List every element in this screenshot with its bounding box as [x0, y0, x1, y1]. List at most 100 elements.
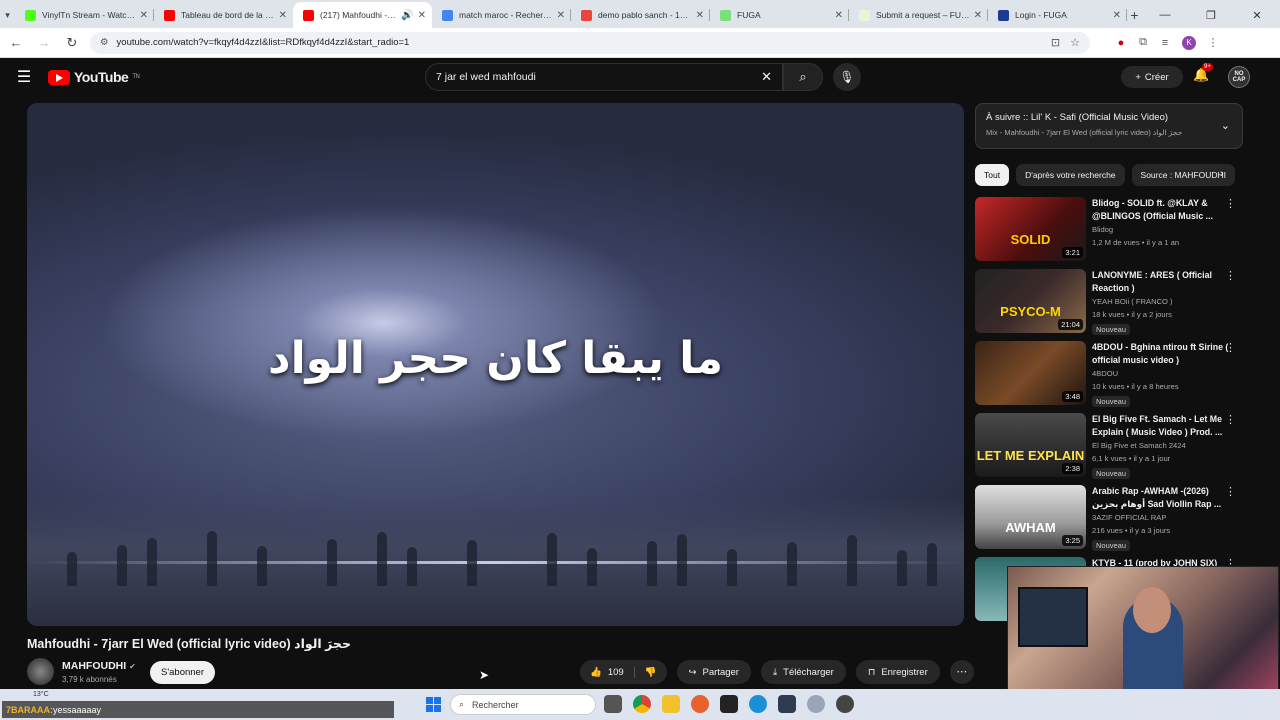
clear-search-icon[interactable]: ✕ — [761, 69, 772, 85]
file-explorer-icon[interactable] — [662, 695, 680, 713]
recommended-title[interactable]: El Big Five Ft. Samach - Let Me Explain … — [1092, 413, 1232, 438]
create-button[interactable]: + Créer — [1121, 66, 1183, 88]
media-icon[interactable]: ≡ — [1154, 37, 1176, 49]
weather-widget[interactable]: 13°C — [33, 691, 49, 698]
chrome-alt-icon[interactable] — [807, 695, 825, 713]
video-duration: 2:38 — [1062, 463, 1083, 474]
browser-tab[interactable]: Login - FUGA ✕ — [988, 2, 1127, 28]
hamburger-menu-icon[interactable]: ☰ — [0, 67, 48, 87]
recommended-title[interactable]: LANONYME : ARES ( Official Reaction ) — [1092, 269, 1232, 294]
puzzle-icon[interactable]: ⧉ — [1132, 36, 1154, 49]
app-dark-icon[interactable] — [778, 695, 796, 713]
url-field[interactable]: ⚙ youtube.com/watch?v=fkqyf4d4zzI&list=R… — [90, 31, 1090, 54]
channel-avatar[interactable] — [27, 658, 54, 685]
up-next-title: À suivre :: Lil' K - Safi (Official Musi… — [986, 112, 1169, 123]
browser-tab[interactable]: VinylTn Stream - Watch Li ✕ — [15, 2, 154, 28]
bookmark-star-icon[interactable]: ☆ — [1070, 36, 1080, 49]
menu-icon[interactable]: ⋮ — [1202, 36, 1224, 49]
edge-icon[interactable] — [749, 695, 767, 713]
video-thumbnail[interactable]: PSYCO-M 21:04 — [975, 269, 1086, 333]
search-input[interactable]: 7 jar el wed mahfoudi ✕ — [425, 63, 783, 91]
video-player[interactable]: ما يبقا كان حجر الواد — [27, 103, 964, 626]
recommended-video[interactable]: 3:48 4BDOU - Bghina ntirou ft Sirine ( of… — [975, 341, 1243, 407]
kebab-menu-icon[interactable]: ⋮ — [1225, 269, 1236, 282]
download-button[interactable]: ⤓ Télécharger — [760, 660, 846, 684]
profile-avatar[interactable]: K — [1182, 35, 1196, 50]
like-button[interactable]: 👍 109 — [580, 666, 635, 678]
recommended-video[interactable]: AWHAM 3:25 Arabic Rap -AWHAM -(2026) أوهام… — [975, 485, 1243, 551]
recommended-channel[interactable]: 3AZIF OFFICIAL RAP — [1092, 513, 1232, 522]
subscribe-button[interactable]: S'abonner — [150, 661, 215, 684]
site-info-icon[interactable]: ⚙ — [100, 37, 109, 48]
close-tab-icon[interactable]: ✕ — [140, 10, 148, 21]
reload-icon[interactable]: ↻ — [60, 35, 84, 51]
forward-icon[interactable]: → — [32, 35, 56, 50]
speaker-icon[interactable]: 🔊 — [401, 10, 413, 21]
app-orange-icon[interactable] — [691, 695, 709, 713]
new-tab-button[interactable]: + — [1127, 2, 1142, 28]
recommended-title[interactable]: Arabic Rap -AWHAM -(2026) أوهام بحزين Sa… — [1092, 485, 1232, 510]
tab-search-icon[interactable]: ▾ — [0, 2, 15, 28]
chevron-right-icon[interactable]: › — [1220, 168, 1224, 180]
stream-chat-overlay: 7BARAAA: yessaaaaay — [2, 701, 394, 718]
close-tab-icon[interactable]: ✕ — [696, 10, 704, 21]
filter-chip[interactable]: D'après votre recherche — [1016, 164, 1125, 186]
minimize-icon[interactable]: — — [1142, 9, 1188, 21]
back-icon[interactable]: ← — [4, 35, 28, 50]
account-avatar[interactable]: NO CAP — [1228, 66, 1250, 88]
browser-tab[interactable]: demo pablo sanch - 12:00 ✕ — [571, 2, 710, 28]
browser-tab[interactable]: (217) Mahfoudhi - 7ja 🔊 ✕ — [293, 2, 432, 28]
video-thumbnail[interactable]: 3:48 — [975, 341, 1086, 405]
close-tab-icon[interactable]: ✕ — [418, 10, 426, 21]
up-next-panel[interactable]: À suivre :: Lil' K - Safi (Official Musi… — [975, 103, 1243, 149]
browser-tab[interactable]: match maroc - Recherche ✕ — [432, 2, 571, 28]
close-tab-icon[interactable]: ✕ — [279, 10, 287, 21]
dislike-button[interactable]: 👎 — [635, 667, 667, 678]
kebab-menu-icon[interactable]: ⋮ — [1225, 413, 1236, 426]
search-button[interactable]: ⌕ — [783, 63, 823, 91]
recommended-channel[interactable]: Blidog — [1092, 225, 1232, 234]
recommended-channel[interactable]: 4BDOU — [1092, 369, 1232, 378]
kebab-menu-icon[interactable]: ⋮ — [1225, 197, 1236, 210]
save-button[interactable]: ⊓ Enregistrer — [855, 660, 940, 684]
recommended-channel[interactable]: El Big Five et Samach 2424 — [1092, 441, 1232, 450]
voice-search-button[interactable]: 🎙 — [833, 63, 861, 91]
video-thumbnail[interactable]: AWHAM 3:25 — [975, 485, 1086, 549]
recommended-video[interactable]: PSYCO-M 21:04 LANONYME : ARES ( Official R… — [975, 269, 1243, 335]
more-actions-button[interactable]: ⋯ — [949, 660, 974, 684]
kebab-menu-icon[interactable]: ⋮ — [1225, 485, 1236, 498]
restore-icon[interactable]: ❐ — [1188, 9, 1234, 22]
app-red-icon[interactable] — [836, 695, 854, 713]
recommended-video[interactable]: SOLID 3:21 Blidog - SOLID ft. @KLAY & @BLI… — [975, 197, 1243, 261]
youtube-logo[interactable]: YouTube TN — [48, 69, 140, 85]
recommended-video[interactable]: LET ME EXPLAIN 2:38 El Big Five Ft. Samach… — [975, 413, 1243, 479]
task-view-icon[interactable] — [604, 695, 622, 713]
close-tab-icon[interactable]: ✕ — [1113, 10, 1121, 21]
taskbar-search-icon: ⌕ — [459, 699, 465, 709]
browser-tab[interactable]: FUGA ✕ — [710, 2, 849, 28]
close-tab-icon[interactable]: ✕ — [835, 10, 843, 21]
recommended-title[interactable]: Blidog - SOLID ft. @KLAY & @BLINGOS (Off… — [1092, 197, 1232, 222]
download-icon: ⤓ — [772, 666, 778, 678]
taskbar-search[interactable]: ⌕ Rechercher — [450, 694, 596, 715]
live-app-icon[interactable] — [720, 695, 738, 713]
close-tab-icon[interactable]: ✕ — [557, 10, 565, 21]
filter-chip[interactable]: Tout — [975, 164, 1010, 186]
video-thumbnail[interactable]: LET ME EXPLAIN 2:38 — [975, 413, 1086, 477]
close-tab-icon[interactable]: ✕ — [974, 10, 982, 21]
recommended-title[interactable]: 4BDOU - Bghina ntirou ft Sirine ( offici… — [1092, 341, 1232, 366]
channel-name[interactable]: MAHFOUDHI — [62, 660, 126, 672]
kebab-menu-icon[interactable]: ⋮ — [1225, 341, 1236, 354]
recommended-channel[interactable]: YEAH BOii ( FRANCO ) — [1092, 297, 1232, 306]
browser-tab[interactable]: Submit a request – FUGA ✕ — [849, 2, 988, 28]
install-icon[interactable]: ⊡ — [1051, 36, 1060, 49]
video-thumbnail[interactable]: SOLID 3:21 — [975, 197, 1086, 261]
browser-tab[interactable]: Tableau de bord de la cha ✕ — [154, 2, 293, 28]
silhouette-figure — [377, 532, 387, 586]
chevron-down-icon[interactable]: ⌄ — [1221, 119, 1230, 132]
windows-start-icon[interactable] — [426, 697, 441, 712]
close-window-icon[interactable]: ✕ — [1234, 9, 1280, 22]
extension-icon[interactable]: ● — [1110, 37, 1132, 49]
share-button[interactable]: ↪ Partager — [676, 660, 751, 684]
chrome-icon[interactable] — [633, 695, 651, 713]
